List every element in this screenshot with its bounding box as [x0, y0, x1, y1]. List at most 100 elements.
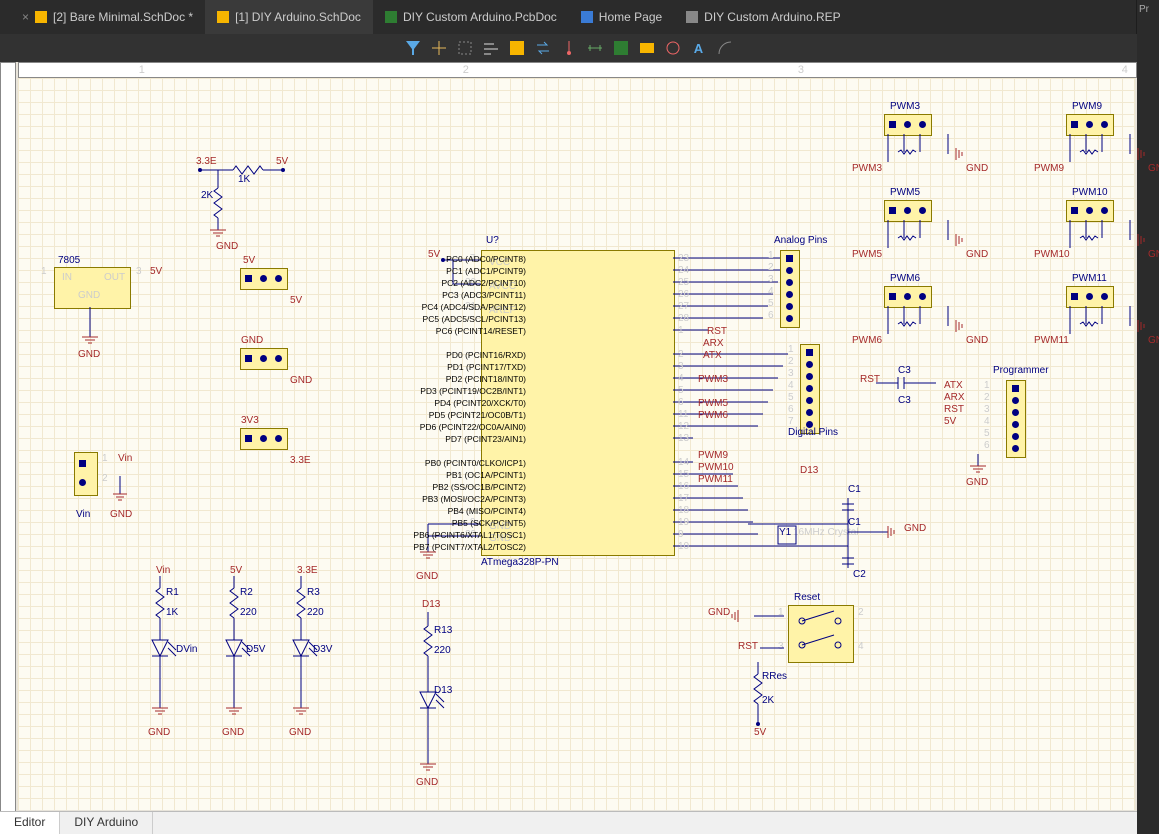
- netlabel-vin: Vin: [118, 454, 132, 464]
- pinnum: 6: [678, 398, 684, 408]
- properties-tab[interactable]: Pr: [1137, 0, 1159, 19]
- report-icon: [686, 11, 698, 23]
- mcu-pin: PC1 (ADC1/PCINT9): [336, 266, 526, 276]
- pin-in: IN: [62, 273, 72, 283]
- swap-icon[interactable]: [536, 41, 550, 55]
- tab-label: [2] Bare Minimal.SchDoc *: [53, 10, 193, 24]
- netlabel: ATX: [703, 351, 722, 361]
- prog-header[interactable]: [1006, 380, 1026, 458]
- mcu-pin: PD6 (PCINT22/OC0A/AIN0): [336, 422, 526, 432]
- mcu-pin: PD2 (PCINT18/INT0): [336, 374, 526, 384]
- mcu-pin: PC5 (ADC5/SCL/PCINT13): [336, 314, 526, 324]
- pinnum: 2: [768, 263, 774, 273]
- pinnum: 9: [678, 530, 684, 540]
- mcu-pin: PB5 (SCK/PCINT5): [336, 518, 526, 528]
- mcu-pin: PB6 (PCINT6/XTAL1/TOSC1): [336, 530, 526, 540]
- pinnum: 13: [678, 434, 689, 444]
- tab-diy-arduino-pcb[interactable]: DIY Custom Arduino.PcbDoc: [373, 0, 569, 34]
- pinnum: 5: [678, 386, 684, 396]
- align-icon[interactable]: [484, 41, 498, 55]
- pinnum: 3: [768, 275, 774, 285]
- schematic-icon: [217, 11, 229, 23]
- pinnum: 24: [678, 266, 689, 276]
- netlabel: GND: [290, 376, 312, 386]
- mcu-pin: PB3 (MOSI/OC2A/PCINT3): [336, 494, 526, 504]
- netlabel-5v: 5V: [276, 157, 288, 167]
- netlabel: GND: [416, 778, 438, 788]
- pinnum: 18: [678, 506, 689, 516]
- netlabel-5v: 5V: [150, 267, 162, 277]
- analog-header[interactable]: [780, 250, 800, 328]
- netlabel: 3.3E: [297, 566, 318, 576]
- pinnum: 17: [678, 494, 689, 504]
- statusbar-project[interactable]: DIY Arduino: [60, 812, 153, 834]
- pinnum: 4: [788, 381, 794, 391]
- pinnum: 5: [788, 393, 794, 403]
- mcu-pin: PC4 (ADC4/SDA/PCINT12): [336, 302, 526, 312]
- pinnum: 3: [788, 369, 794, 379]
- highlight-icon[interactable]: [510, 41, 524, 55]
- res-1k: 1K: [238, 175, 250, 185]
- pcb-icon: [385, 11, 397, 23]
- pinnum: 3: [136, 267, 142, 277]
- text-icon[interactable]: A: [692, 41, 706, 55]
- pinnum: 1: [678, 326, 684, 336]
- filter-icon[interactable]: [406, 41, 420, 55]
- pinnum: 12: [678, 422, 689, 432]
- des-vin: Vin: [76, 510, 90, 520]
- netlabel: GND: [966, 478, 988, 488]
- tab-bare-minimal[interactable]: × [2] Bare Minimal.SchDoc *: [6, 0, 205, 34]
- pinnum: 11: [678, 410, 688, 420]
- pinnum: 1: [768, 251, 774, 261]
- arc-icon[interactable]: [718, 41, 732, 55]
- tab-diy-arduino-sch[interactable]: [1] DIY Arduino.SchDoc: [205, 0, 373, 34]
- hdr-gnd[interactable]: [240, 348, 288, 370]
- netlabel: PWM11: [698, 475, 733, 485]
- mcu-pin: PD1 (PCINT17/TXD): [336, 362, 526, 372]
- rres: [744, 662, 774, 732]
- pinnum: 10: [678, 542, 689, 552]
- close-icon[interactable]: ×: [22, 10, 29, 24]
- vin-header[interactable]: [74, 452, 98, 496]
- dim-icon[interactable]: [588, 41, 602, 55]
- tag-icon[interactable]: [640, 41, 654, 55]
- pinnum: 14: [678, 458, 689, 468]
- pinnum: 2: [984, 393, 990, 403]
- heads-up-toolbar: A: [0, 34, 1137, 62]
- pinnum: 4: [858, 642, 864, 652]
- des-c3b: C3: [898, 396, 911, 406]
- netlabel-gnd: GND: [78, 350, 100, 360]
- grid-icon[interactable]: [614, 41, 628, 55]
- rect-select-icon[interactable]: [458, 41, 472, 55]
- digital-header[interactable]: [800, 344, 820, 434]
- pinnum: 3: [984, 405, 990, 415]
- hdr-5v-label: 5V: [243, 256, 255, 266]
- hdr-5v[interactable]: [240, 268, 288, 290]
- pinnum: 2: [788, 357, 794, 367]
- schematic-canvas[interactable]: 3.3E 5V 1K 2K GND 7805 IN OUT GND 1 3 5V…: [18, 78, 1135, 810]
- cross-icon[interactable]: [432, 41, 446, 55]
- hdr-3v3-label: 3V3: [241, 416, 259, 426]
- switch-symbol: [794, 611, 846, 655]
- netlabel: 3.3E: [290, 456, 311, 466]
- mcu-pin: PC3 (ADC3/PCINT11): [336, 290, 526, 300]
- netlabel: Vin: [156, 566, 170, 576]
- pinnum: 25: [678, 278, 689, 288]
- netlabel: GND: [222, 728, 244, 738]
- mcu-pin: PB2 (SS/OC1B/PCINT2): [336, 482, 526, 492]
- pinnum: 15: [678, 470, 689, 480]
- toggle-icon[interactable]: [666, 41, 680, 55]
- tab-rep[interactable]: DIY Custom Arduino.REP: [674, 0, 853, 34]
- status-bar: Editor DIY Arduino: [0, 811, 1137, 834]
- hdr-3v3[interactable]: [240, 428, 288, 450]
- netlabel: D13: [422, 600, 440, 610]
- netlabel: GND: [289, 728, 311, 738]
- right-panel[interactable]: Pr: [1136, 0, 1159, 820]
- ruler-tick: 3: [798, 64, 804, 76]
- netlabel: ARX: [944, 393, 965, 403]
- canvas-area: 1 2 3 4 3.3E 5V 1K 2K GND 7805 IN OUT GN…: [0, 62, 1137, 812]
- pin-icon[interactable]: [562, 41, 576, 55]
- tab-home[interactable]: Home Page: [569, 0, 674, 34]
- label-reset: Reset: [794, 593, 820, 603]
- statusbar-editor[interactable]: Editor: [0, 812, 60, 834]
